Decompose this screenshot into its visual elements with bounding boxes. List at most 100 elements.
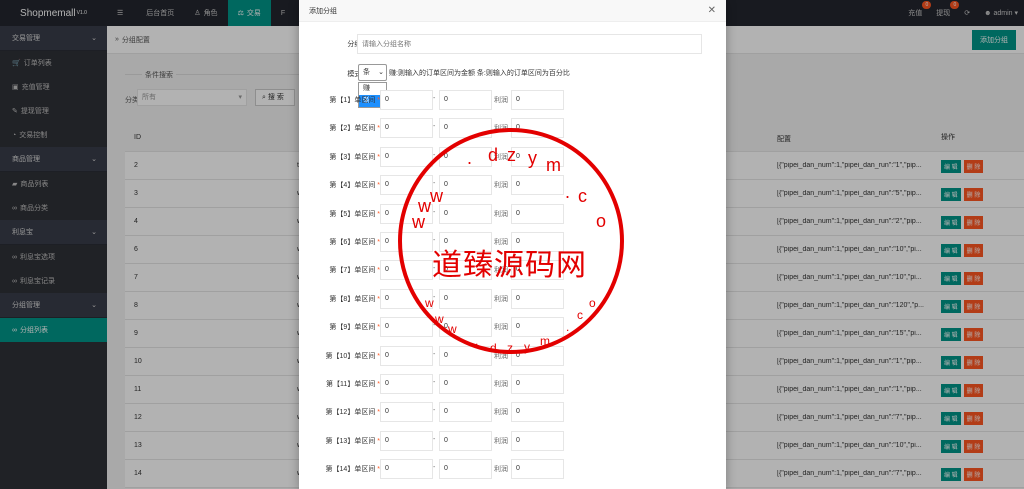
mode-hint: 赚:则输入的订单区间为金额 条:则输入的订单区间为百分比 [389, 70, 570, 77]
range-label: 第【1】单区间 * [329, 95, 380, 105]
range-dash: - [433, 265, 436, 273]
range-from-input[interactable]: 0 [380, 203, 433, 224]
range-label-text: 第【10】单区间 [325, 352, 376, 360]
range-row: 第【7】单区间 * 0-0 利润 0 [299, 260, 726, 281]
range-row: 第【6】单区间 * 0-0 利润 0 [299, 232, 726, 252]
range-label: 第【2】单区间 * [329, 123, 380, 133]
profit-input[interactable]: 0 [511, 232, 564, 252]
range-label-text: 第【14】单区间 [325, 466, 376, 474]
range-label-text: 第【3】单区间 [329, 153, 376, 161]
profit-label: 利润 [494, 381, 508, 388]
range-label-text: 第【9】单区间 [329, 324, 376, 332]
range-to-input[interactable]: 0 [439, 374, 492, 394]
range-row: 第【1】单区间 * 0-0 利润 0 [299, 90, 726, 110]
range-dash: - [433, 435, 436, 443]
range-from-input[interactable]: 0 [380, 118, 433, 139]
range-row: 第【3】单区间 * 0-0 利润 0 [299, 146, 726, 167]
range-to-input[interactable]: 0 [439, 90, 492, 110]
profit-input[interactable]: 0 [511, 402, 564, 423]
chevron-down-icon: ⌄ [378, 69, 384, 76]
range-from-input[interactable]: 0 [380, 459, 433, 480]
range-to-input[interactable]: 0 [439, 203, 492, 224]
range-dash: - [433, 293, 436, 301]
range-label-text: 第【6】单区间 [329, 239, 376, 246]
profit-label: 利润 [494, 210, 508, 218]
profit-input[interactable]: 0 [511, 118, 564, 139]
range-label-text: 第【7】单区间 [329, 267, 376, 275]
range-from-input[interactable]: 0 [380, 175, 433, 196]
range-row: 第【14】单区间 * 0-0 利润 0 [299, 459, 726, 480]
range-from-input[interactable]: 0 [380, 232, 433, 252]
modal-title: 添加分组 [309, 7, 337, 15]
range-to-input[interactable]: 0 [439, 118, 492, 139]
profit-input[interactable]: 0 [511, 203, 564, 224]
range-dash: - [433, 123, 436, 131]
range-from-input[interactable]: 0 [380, 146, 433, 167]
profit-label: 利润 [494, 409, 508, 417]
profit-input[interactable]: 0 [511, 345, 564, 366]
profit-label: 利润 [494, 466, 508, 474]
range-to-input[interactable]: 0 [439, 459, 492, 480]
group-name-row: 分组名称 * [299, 34, 726, 54]
profit-label: 利润 [494, 295, 508, 303]
close-icon[interactable]: ✕ [708, 5, 716, 16]
mode-select[interactable]: 条 ⌄ [358, 64, 387, 81]
range-label: 第【4】单区间 * [329, 180, 380, 190]
range-from-input[interactable]: 0 [380, 402, 433, 423]
range-from-input[interactable]: 0 [380, 345, 433, 366]
profit-input[interactable]: 0 [511, 288, 564, 309]
range-to-input[interactable]: 0 [439, 146, 492, 167]
profit-label: 利润 [494, 352, 508, 360]
range-dash: - [433, 237, 436, 244]
profit-input[interactable]: 0 [511, 175, 564, 196]
range-label: 第【3】单区间 * [329, 152, 380, 162]
range-label-text: 第【1】单区间 [329, 97, 376, 104]
range-to-input[interactable]: 0 [439, 345, 492, 366]
range-dash: - [433, 151, 436, 159]
range-label: 第【9】单区间 * [329, 322, 380, 332]
profit-input[interactable]: 0 [511, 459, 564, 480]
range-label-text: 第【5】单区间 [329, 210, 376, 218]
range-row: 第【11】单区间 * 0-0 利润 0 [299, 374, 726, 394]
range-row: 第【10】单区间 * 0-0 利润 0 [299, 345, 726, 366]
range-row: 第【12】单区间 * 0-0 利润 0 [299, 402, 726, 423]
range-from-input[interactable]: 0 [380, 90, 433, 110]
profit-input[interactable]: 0 [511, 260, 564, 281]
range-label: 第【13】单区间 * [326, 436, 380, 446]
range-to-input[interactable]: 0 [439, 430, 492, 451]
range-label: 第【11】单区间 * [326, 379, 380, 389]
range-to-input[interactable]: 0 [439, 175, 492, 196]
range-label: 第【12】单区间 * [326, 407, 380, 417]
profit-input[interactable]: 0 [511, 430, 564, 451]
profit-label: 利润 [494, 182, 508, 190]
range-label: 第【7】单区间 * [329, 265, 380, 275]
range-label: 第【8】单区间 * [329, 294, 380, 304]
range-row: 第【8】单区间 * 0-0 利润 0 [299, 288, 726, 309]
profit-input[interactable]: 0 [511, 146, 564, 167]
profit-input[interactable]: 0 [511, 90, 564, 110]
range-to-input[interactable]: 0 [439, 288, 492, 309]
range-to-input[interactable]: 0 [439, 232, 492, 252]
range-from-input[interactable]: 0 [380, 430, 433, 451]
range-label: 第【5】单区间 * [329, 209, 380, 219]
range-to-input[interactable]: 0 [439, 260, 492, 281]
range-to-input[interactable]: 0 [439, 402, 492, 423]
range-label-text: 第【11】单区间 [326, 381, 376, 388]
range-label-text: 第【4】单区间 [329, 182, 376, 190]
range-row: 第【5】单区间 * 0-0 利润 0 [299, 203, 726, 224]
range-label-text: 第【8】单区间 [329, 295, 376, 303]
range-dash: - [433, 407, 436, 415]
group-name-input[interactable] [357, 34, 702, 54]
range-to-input[interactable]: 0 [439, 317, 492, 338]
add-group-modal: 添加分组 ✕ 分组名称 * 模式选项 * 条⌄ 赚:则输入的订单区间为金额 条:… [299, 0, 726, 489]
range-from-input[interactable]: 0 [380, 260, 433, 281]
profit-input[interactable]: 0 [511, 317, 564, 338]
profit-input[interactable]: 0 [511, 374, 564, 394]
range-label-text: 第【2】单区间 [329, 125, 376, 133]
range-from-input[interactable]: 0 [380, 317, 433, 338]
range-from-input[interactable]: 0 [380, 288, 433, 309]
range-row: 第【2】单区间 * 0-0 利润 0 [299, 118, 726, 139]
range-from-input[interactable]: 0 [380, 374, 433, 394]
range-row: 第【9】单区间 * 0-0 利润 0 [299, 317, 726, 338]
profit-label: 利润 [494, 239, 508, 246]
